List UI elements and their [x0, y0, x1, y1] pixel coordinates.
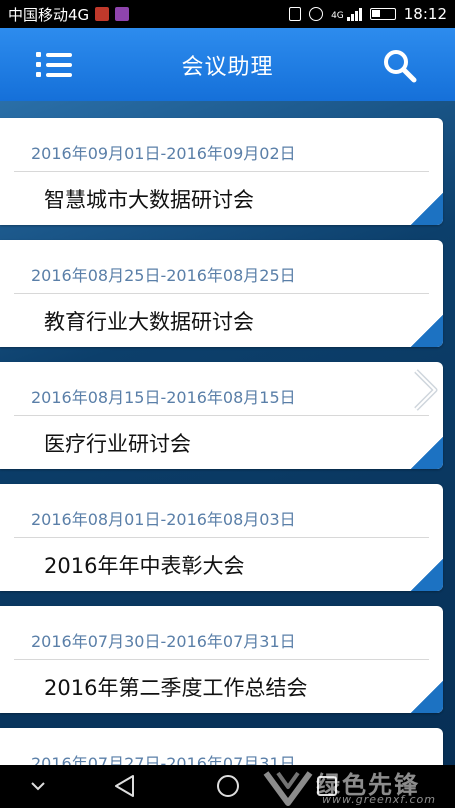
corner-fold-icon — [411, 681, 443, 713]
search-icon[interactable] — [382, 48, 418, 84]
meeting-date-range: 2016年07月30日-2016年07月31日 — [31, 632, 296, 651]
meeting-date-range: 2016年08月25日-2016年08月25日 — [31, 266, 296, 285]
meeting-card[interactable]: 2016年08月01日-2016年08月03日 2016年年中表彰大会 — [0, 484, 443, 591]
meeting-list[interactable]: 2016年09月01日-2016年09月02日 智慧城市大数据研讨会 2016年… — [0, 101, 455, 765]
battery-icon — [369, 8, 396, 20]
watermark: 绿色先锋 www.greenxf.com — [262, 765, 455, 808]
page-title: 会议助理 — [181, 54, 274, 80]
meeting-title: 2016年年中表彰大会 — [44, 554, 245, 578]
divider — [14, 537, 429, 538]
app-notification-icon — [115, 7, 130, 21]
meeting-title: 医疗行业研讨会 — [44, 432, 191, 456]
status-bar: 中国移动4G 4G 18:12 — [0, 0, 455, 28]
clock: 18:12 — [403, 5, 447, 23]
signal-icon: 4G — [331, 7, 362, 21]
home-icon[interactable] — [216, 774, 240, 798]
meeting-card[interactable]: 2016年09月01日-2016年09月02日 智慧城市大数据研讨会 — [0, 118, 443, 225]
meeting-card[interactable]: 2016年07月27日-2016年07月31日 — [0, 728, 443, 765]
corner-fold-icon — [411, 315, 443, 347]
corner-fold-icon — [411, 559, 443, 591]
meeting-date-range: 2016年07月27日-2016年07月31日 — [31, 754, 296, 765]
divider — [14, 415, 429, 416]
meeting-title: 2016年第二季度工作总结会 — [44, 676, 308, 700]
meeting-card[interactable]: 2016年08月25日-2016年08月25日 教育行业大数据研讨会 — [0, 240, 443, 347]
meeting-card[interactable]: 2016年08月15日-2016年08月15日 医疗行业研讨会 — [0, 362, 443, 469]
chevron-right-icon[interactable] — [410, 367, 440, 413]
corner-fold-icon — [411, 437, 443, 469]
carrier-label: 中国移动4G — [8, 5, 90, 24]
divider — [14, 171, 429, 172]
divider — [14, 293, 429, 294]
watermark-url: www.greenxf.com — [322, 793, 436, 806]
meeting-date-range: 2016年09月01日-2016年09月02日 — [31, 144, 296, 163]
back-icon[interactable] — [113, 774, 137, 798]
app-notification-icon — [95, 7, 110, 21]
alarm-icon — [309, 7, 324, 21]
meeting-card[interactable]: 2016年07月30日-2016年07月31日 2016年第二季度工作总结会 — [0, 606, 443, 713]
vibrate-icon — [289, 7, 302, 21]
meeting-date-range: 2016年08月01日-2016年08月03日 — [31, 510, 296, 529]
watermark-logo-icon — [263, 771, 313, 806]
chevron-down-icon[interactable] — [30, 779, 46, 793]
meeting-title: 教育行业大数据研讨会 — [44, 310, 254, 334]
divider — [14, 659, 429, 660]
app-header: 会议助理 — [0, 28, 455, 101]
corner-fold-icon — [411, 193, 443, 225]
menu-list-icon[interactable] — [36, 50, 72, 80]
status-left: 中国移动4G — [8, 4, 130, 25]
network-type-label: 4G — [331, 11, 344, 21]
status-right: 4G 18:12 — [289, 5, 447, 23]
meeting-date-range: 2016年08月15日-2016年08月15日 — [31, 388, 296, 407]
meeting-title: 智慧城市大数据研讨会 — [44, 188, 254, 212]
